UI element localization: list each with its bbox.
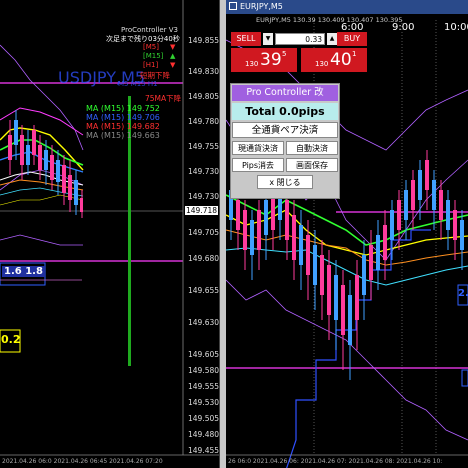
flag-m15: [M15] [143, 52, 164, 60]
buy-price-sup: 1 [352, 50, 357, 58]
lot-decrease-button[interactable]: ▼ [263, 33, 273, 45]
time-axis: 2021.04.26 06:0 2021.04.26 06:45 2021.04… [2, 458, 163, 465]
save-screen-button[interactable]: 画面保存 [286, 158, 338, 172]
symbol-sub: M5 M15 H1 [118, 80, 158, 88]
one-click-trading-panel: SELL ▼ ▲ BUY 130 39 5 130 40 1 [231, 32, 367, 72]
price-tick: 149.480 [188, 430, 220, 439]
time-axis: 26 06:0 2021.04.26 06: 2021.04.26 07: 20… [228, 458, 443, 465]
sell-price-sup: 5 [282, 50, 287, 58]
side-label: 2. [458, 288, 468, 299]
sell-price-prefix: 130 [245, 60, 259, 68]
close-all-pairs-button[interactable]: 全通貨ペア決済 [232, 122, 338, 138]
price-tick: 149.630 [188, 318, 220, 327]
close-panel-button[interactable]: x 閉じる [257, 175, 313, 189]
buy-price-prefix: 130 [315, 60, 329, 68]
price-tick: 149.505 [188, 414, 220, 423]
timeframe-flags: [M5] [M15] [H1] [143, 43, 163, 70]
price-tick: 149.455 [188, 446, 220, 455]
buy-label: BUY [343, 34, 361, 43]
time-label-2: 9:00 [392, 22, 415, 33]
price-tick: 149.855 [188, 36, 220, 45]
ma-legend: MA (M15) 149.752 MA (M15) 149.706 MA (M1… [86, 104, 160, 140]
current-price-label: 149.718 [185, 206, 219, 215]
sell-label: SELL [236, 34, 256, 43]
quote-line: EURJPY,M5 130.39 130.409 130.407 130.395 [256, 16, 403, 24]
right-chart-window[interactable]: EURJPY,M5 EURJPY,M5 130.39 130.409 130.4… [226, 0, 468, 468]
flag-h1: [H1] [143, 61, 159, 69]
ma-line-2: MA (M15) 149.706 [86, 113, 160, 122]
ma-line-3: MA (M15) 149.682 [86, 122, 160, 131]
price-tick: 149.580 [188, 366, 220, 375]
auto-close-button[interactable]: 自動決済 [286, 141, 338, 155]
controller-title[interactable]: Pro Controller 改 [232, 85, 338, 101]
price-tick: 149.755 [188, 142, 220, 151]
price-tick: 149.830 [188, 67, 220, 76]
box-label: 1.6 1.8 [2, 266, 45, 277]
ma-line-1: MA (M15) 149.752 [86, 104, 160, 113]
price-tick: 149.555 [188, 382, 220, 391]
arrow-down-icon: ▼ [170, 43, 176, 51]
price-tick: 149.605 [188, 350, 220, 359]
left-chart-window[interactable]: ProController V3 次足まで残り03分40秒 [M5] [M15]… [0, 0, 220, 468]
lot-size-input[interactable] [275, 33, 325, 45]
pro-controller-panel: Pro Controller 改 Total 0.0pips 全通貨ペア決済 現… [230, 83, 340, 199]
time-label-3: 10:00 [444, 22, 468, 33]
lot-increase-button[interactable]: ▲ [327, 33, 337, 45]
total-pips: Total 0.0pips [232, 103, 338, 120]
sell-button[interactable]: SELL [231, 32, 261, 46]
sell-price-button[interactable]: 130 39 5 [231, 48, 297, 72]
close-current-pair-button[interactable]: 現通貨決済 [232, 141, 284, 155]
buy-button[interactable]: BUY [337, 32, 367, 46]
price-tick: 149.730 [188, 192, 220, 201]
pips-clear-button[interactable]: Pips消去 [232, 158, 284, 172]
flag-m5: [M5] [143, 43, 159, 51]
buy-price-big: 40 [330, 50, 352, 70]
arrow-up-icon: ▲ [170, 52, 176, 60]
ma-down-label: 75MA下降 [145, 94, 182, 103]
buy-price-button[interactable]: 130 40 1 [301, 48, 367, 72]
price-tick: 149.530 [188, 398, 220, 407]
price-tick: 149.805 [188, 92, 220, 101]
flag-arrows: ▼ ▲ ▼ [170, 43, 175, 70]
price-tick: 149.730 [188, 167, 220, 176]
arrow-down-icon: ▼ [170, 61, 176, 69]
ma-line-4: MA (M15) 149.663 [86, 131, 160, 140]
price-tick: 149.780 [188, 117, 220, 126]
price-tick: 149.680 [188, 254, 220, 263]
price-tick: 149.655 [188, 286, 220, 295]
indicator-title: ProController V3 [121, 26, 179, 34]
sell-price-big: 39 [260, 50, 282, 70]
price-tick: 149.705 [188, 228, 220, 237]
box-label-2: 0.2 [1, 333, 21, 346]
